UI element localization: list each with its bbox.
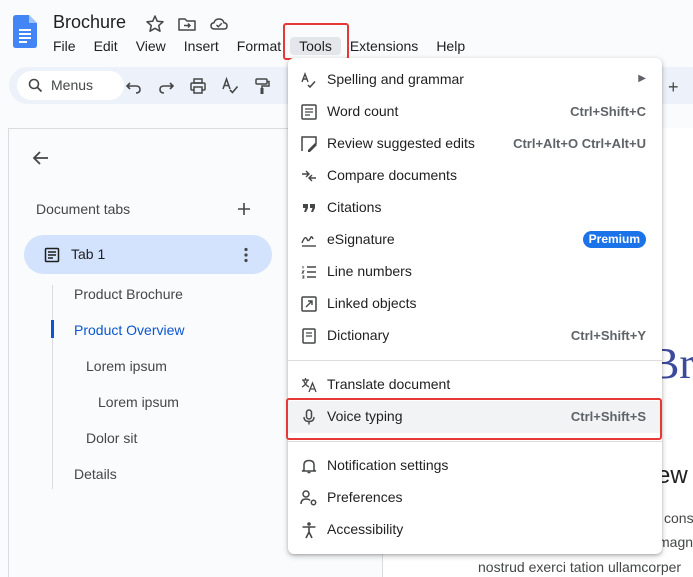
bell-icon: [301, 459, 317, 474]
menu-item-label: eSignature: [327, 231, 395, 247]
search-menus-label: Menus: [51, 77, 94, 93]
menu-item-label: Translate document: [327, 376, 451, 392]
tools-highlight-box: [283, 23, 349, 60]
compare-icon: [302, 170, 316, 182]
menu-item-dictionary[interactable]: Dictionary Ctrl+Shift+Y: [288, 320, 662, 352]
outline-rail: [52, 285, 53, 489]
menu-item-label: Notification settings: [327, 457, 449, 473]
more-options-icon[interactable]: [236, 245, 256, 265]
menu-item-label: Compare documents: [327, 167, 457, 183]
translate-icon: [301, 378, 317, 393]
menu-item-spelling-grammar[interactable]: Spelling and grammar ▶: [288, 64, 662, 96]
menu-item-label: Citations: [327, 199, 382, 215]
menu-separator: [288, 360, 662, 361]
menu-item-label: Accessibility: [327, 521, 404, 537]
document-text-line: magna: [658, 534, 693, 550]
spellcheck-icon: [301, 72, 316, 89]
accessibility-icon: [302, 522, 316, 539]
menu-bar: File Edit View Insert Format Tools Exten…: [44, 37, 474, 55]
menu-item-citations[interactable]: Citations: [288, 192, 662, 224]
tools-menu: Spelling and grammar ▶ Word count Ctrl+S…: [288, 58, 662, 554]
spelling-check-icon[interactable]: [220, 76, 240, 96]
tab-item-tab-1[interactable]: Tab 1: [24, 235, 272, 274]
menu-item-label: Word count: [327, 103, 399, 119]
outline-item-details[interactable]: Details: [74, 466, 117, 482]
back-arrow-icon[interactable]: [30, 147, 52, 169]
linked-objects-icon: [301, 296, 317, 312]
ruler: [663, 104, 693, 128]
menu-item-compare-documents[interactable]: Compare documents: [288, 160, 662, 192]
menu-item-preferences[interactable]: Preferences: [288, 482, 662, 514]
word-count-icon: [301, 104, 317, 120]
outline-item-dolor-sit[interactable]: Dolor sit: [86, 430, 137, 446]
outline-item-product-overview[interactable]: Product Overview: [74, 322, 184, 338]
menu-extensions[interactable]: Extensions: [341, 37, 427, 55]
search-icon: [28, 78, 43, 93]
document-title[interactable]: Brochure: [53, 12, 126, 33]
document-tabs-panel: [8, 128, 288, 577]
shortcut: Ctrl+Alt+O Ctrl+Alt+U: [513, 136, 646, 151]
menu-separator: [288, 441, 662, 442]
document-tabs-header: Document tabs: [36, 201, 131, 217]
document-tab-icon: [44, 247, 60, 263]
star-icon[interactable]: [145, 14, 165, 34]
move-folder-icon[interactable]: [177, 14, 197, 34]
shortcut: Ctrl+Shift+C: [570, 104, 646, 119]
docs-logo-icon[interactable]: [13, 15, 37, 48]
menu-item-linked-objects[interactable]: Linked objects: [288, 288, 662, 320]
preferences-icon: [300, 490, 317, 506]
menu-insert[interactable]: Insert: [175, 37, 228, 55]
menu-item-label: Preferences: [327, 489, 403, 505]
document-text-line: cons: [664, 510, 693, 526]
menu-item-review-suggested-edits[interactable]: Review suggested edits Ctrl+Alt+O Ctrl+A…: [288, 128, 662, 160]
undo-icon[interactable]: [124, 76, 144, 96]
paint-format-icon[interactable]: [252, 76, 272, 96]
menu-view[interactable]: View: [127, 37, 175, 55]
menu-item-notification-settings[interactable]: Notification settings: [288, 450, 662, 482]
menu-item-word-count[interactable]: Word count Ctrl+Shift+C: [288, 96, 662, 128]
menu-item-accessibility[interactable]: Accessibility: [288, 514, 662, 546]
tab-name: Tab 1: [71, 246, 106, 262]
submenu-arrow-icon: ▶: [638, 73, 646, 84]
premium-badge: Premium: [582, 231, 646, 248]
document-text-line: nostrud exerci tation ullamcorper: [478, 559, 682, 575]
menu-item-label: Spelling and grammar: [327, 71, 464, 87]
outline-active-indicator: [51, 320, 54, 338]
menu-item-label: Dictionary: [327, 327, 390, 343]
redo-icon[interactable]: [156, 76, 176, 96]
dictionary-icon: [302, 328, 316, 344]
menu-item-translate-document[interactable]: Translate document: [288, 369, 662, 401]
menu-item-label: Line numbers: [327, 263, 412, 279]
quote-icon: [303, 204, 315, 212]
menu-item-label: Review suggested edits: [327, 135, 475, 151]
menu-edit[interactable]: Edit: [85, 37, 127, 55]
outline-item-lorem-ipsum[interactable]: Lorem ipsum: [86, 358, 167, 374]
shortcut: Ctrl+Shift+Y: [570, 328, 646, 343]
cloud-saved-icon[interactable]: [209, 14, 229, 34]
menu-format[interactable]: Format: [228, 37, 290, 55]
signature-icon: [301, 236, 316, 247]
outline-item-lorem-ipsum-nested[interactable]: Lorem ipsum: [98, 394, 179, 410]
line-numbers-icon: [301, 266, 316, 279]
menu-item-esignature[interactable]: eSignature Premium: [288, 224, 662, 256]
voice-typing-highlight-box: [286, 398, 662, 440]
menu-item-label: Linked objects: [327, 295, 417, 311]
search-menus-button[interactable]: Menus: [17, 71, 124, 100]
zoom-plus-icon[interactable]: +: [668, 77, 679, 98]
menu-help[interactable]: Help: [427, 37, 474, 55]
review-edits-icon: [301, 136, 317, 152]
outline-item-product-brochure[interactable]: Product Brochure: [74, 286, 183, 302]
add-tab-icon[interactable]: [234, 199, 254, 219]
print-icon[interactable]: [188, 76, 208, 96]
menu-file[interactable]: File: [44, 37, 85, 55]
menu-item-line-numbers[interactable]: Line numbers: [288, 256, 662, 288]
